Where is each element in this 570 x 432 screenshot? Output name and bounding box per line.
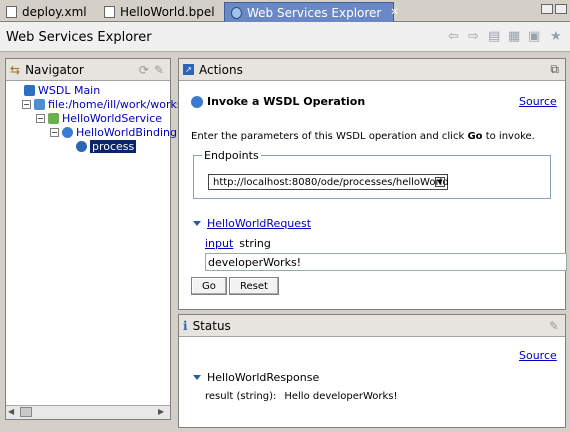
refresh-icon[interactable]: ⟳: [139, 63, 149, 77]
actions-header: ↗ Actions ⧉: [179, 59, 565, 81]
request-section-header[interactable]: HelloWorldRequest: [193, 217, 311, 230]
param-label: input string: [205, 237, 271, 250]
navigator-horizontal-scrollbar[interactable]: ◀ ▶: [6, 405, 170, 419]
tab-deploy-xml[interactable]: deploy.xml: [0, 2, 93, 22]
chevron-down-icon[interactable]: ▼: [435, 177, 445, 187]
wsdl-main-icon: [24, 84, 35, 96]
reset-button[interactable]: Reset: [229, 277, 279, 295]
collapse-icon[interactable]: −: [36, 113, 45, 123]
result-value: Hello developerWorks!: [284, 391, 398, 402]
status-header: i Status ✎: [179, 315, 565, 337]
binding-icon: [62, 126, 73, 138]
tree-node-wsdl-main[interactable]: WSDL Main: [24, 83, 100, 97]
tree-node-service[interactable]: − HelloWorldService: [36, 111, 162, 125]
result-label: result (string):: [205, 391, 277, 402]
operation-heading: Invoke a WSDL Operation: [191, 95, 365, 108]
navigator-header: ⇆ Navigator ⟳ ✎: [6, 59, 170, 81]
star-icon[interactable]: ★: [550, 29, 562, 44]
tree-node-wsdl-file[interactable]: − file:/home/ill/work/workspa: [22, 97, 196, 111]
back-icon[interactable]: ⇦: [448, 29, 459, 44]
close-icon[interactable]: ✕: [390, 7, 398, 18]
source-link[interactable]: Source: [519, 95, 557, 108]
param-type: string: [239, 237, 271, 250]
param-name-link[interactable]: input: [205, 237, 233, 250]
endpoint-select[interactable]: http://localhost:8080/ode/processes/hell…: [208, 174, 449, 190]
globe-icon: [231, 6, 242, 19]
tab-web-services-explorer[interactable]: Web Services Explorer ✕: [224, 2, 399, 22]
scroll-thumb[interactable]: [20, 407, 32, 417]
wsdl-file-icon: [34, 98, 45, 110]
status-source-link[interactable]: Source: [519, 349, 557, 362]
explorer-title: Web Services Explorer: [6, 30, 152, 45]
minimize-icon[interactable]: [541, 4, 553, 14]
forward-icon[interactable]: ⇨: [468, 29, 479, 44]
service-icon: [48, 112, 59, 124]
tab-helloworld-bpel[interactable]: HelloWorld.bpel: [98, 2, 221, 22]
expand-caret-icon[interactable]: [193, 375, 201, 380]
tree-node-operation[interactable]: process: [76, 139, 137, 153]
maximize-icon[interactable]: [555, 4, 567, 14]
actions-icon: ↗: [183, 64, 194, 75]
navigator-icon: ⇆: [10, 62, 21, 77]
info-icon: i: [183, 318, 188, 333]
param-value-input[interactable]: developerWorks!: [205, 253, 567, 271]
go-button[interactable]: Go: [191, 277, 227, 295]
response-section-header[interactable]: HelloWorldResponse: [193, 371, 319, 384]
gear-icon: [76, 140, 87, 152]
xml-file-icon: [6, 6, 17, 18]
scroll-left-icon[interactable]: ◀: [8, 407, 18, 417]
web-services-explorer-window: deploy.xml HelloWorld.bpel Web Services …: [0, 0, 570, 432]
collapse-icon[interactable]: −: [22, 99, 31, 109]
expand-caret-icon[interactable]: [193, 221, 201, 226]
response-name: HelloWorldResponse: [207, 371, 320, 384]
favorites-icon[interactable]: ▦: [508, 29, 520, 44]
request-link[interactable]: HelloWorldRequest: [207, 217, 311, 230]
clear-icon[interactable]: ✎: [154, 63, 164, 77]
endpoints-fieldset: Endpoints http://localhost:8080/ode/proc…: [193, 149, 551, 199]
collapse-icon[interactable]: −: [50, 127, 59, 137]
maximize-pane-icon[interactable]: ⧉: [550, 62, 559, 77]
result-row: result (string): Hello developerWorks!: [205, 391, 398, 402]
invoke-icon: [191, 95, 203, 108]
navigator-panel: ⇆ Navigator ⟳ ✎ WSDL Main − file:/home/i…: [5, 58, 196, 420]
tree-node-binding[interactable]: − HelloWorldBinding: [50, 125, 177, 139]
scroll-right-icon[interactable]: ▶: [158, 407, 168, 417]
instruction-text: Enter the parameters of this WSDL operat…: [191, 131, 535, 142]
bpel-file-icon: [104, 6, 115, 18]
history-icon[interactable]: ▤: [488, 29, 500, 44]
clear-status-icon[interactable]: ✎: [549, 319, 559, 333]
endpoints-legend: Endpoints: [202, 149, 261, 162]
wsil-icon[interactable]: ▣: [528, 29, 540, 44]
actions-panel: ↗ Actions ⧉ Invoke a WSDL Operation Sour…: [178, 58, 567, 310]
status-panel: i Status ✎ Source HelloWorldResponse res…: [178, 314, 566, 428]
